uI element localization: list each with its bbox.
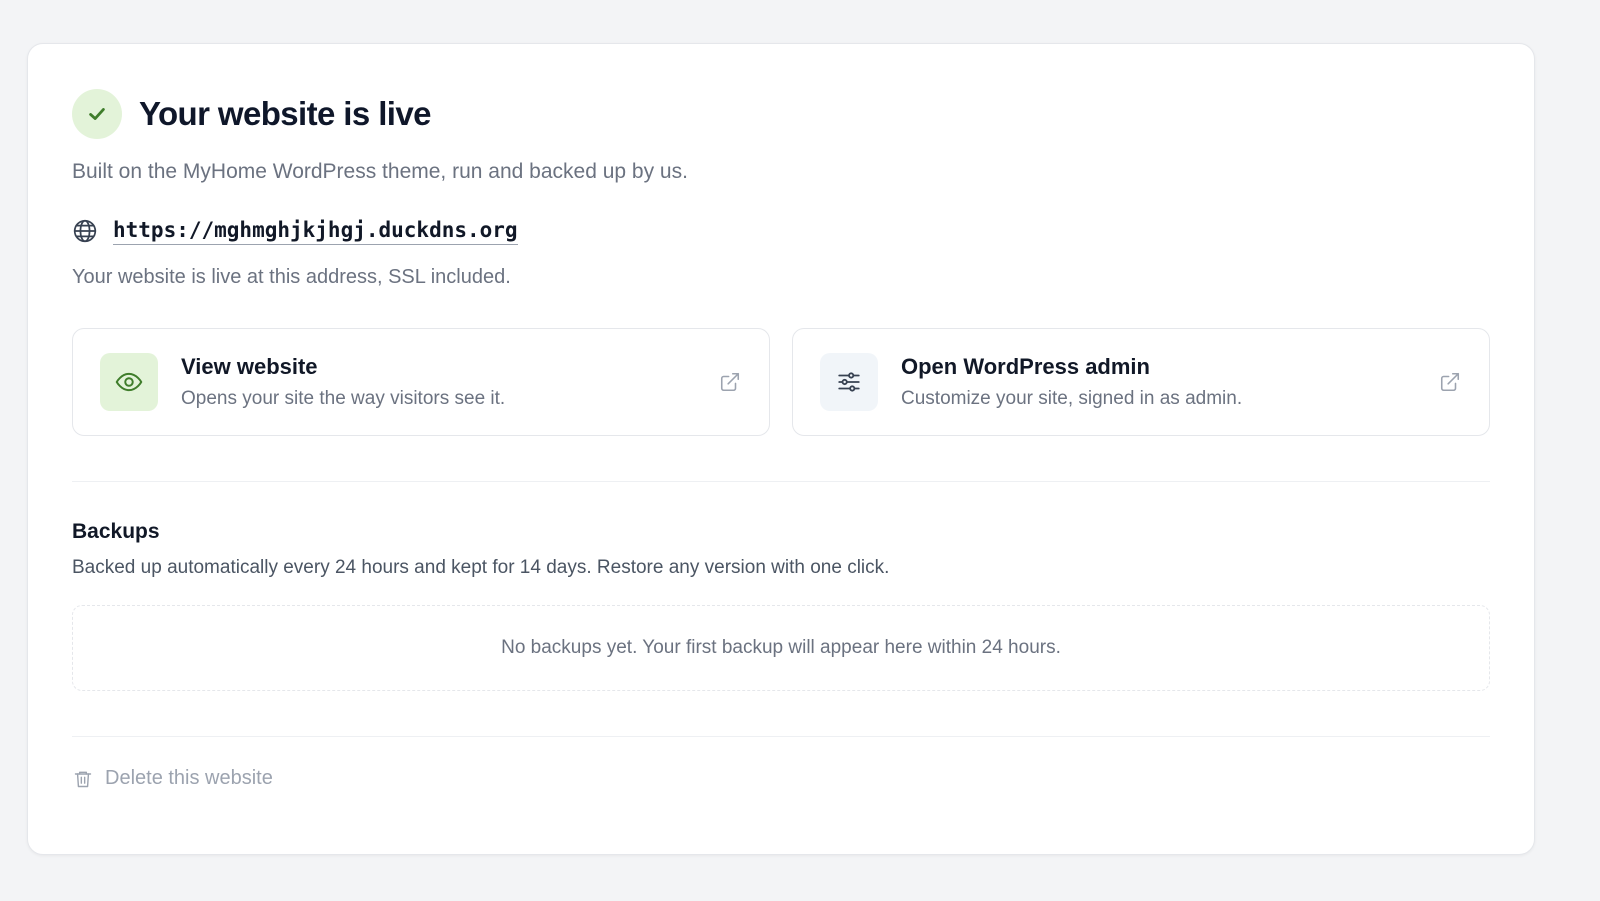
wordpress-admin-text: Open WordPress admin Customize your site… <box>901 354 1438 410</box>
wordpress-admin-description: Customize your site, signed in as admin. <box>901 388 1243 409</box>
external-link-icon <box>1438 370 1462 394</box>
check-icon <box>72 89 122 139</box>
sliders-icon <box>820 353 878 411</box>
site-url-link[interactable]: https://mghmghjkjhgj.duckdns.org <box>113 218 518 245</box>
delete-website-button[interactable]: Delete this website <box>72 767 273 790</box>
site-url-row: https://mghmghjkjhgj.duckdns.org <box>72 214 1490 248</box>
status-header: Your website is live <box>72 88 1490 140</box>
view-website-description: Opens your site the way visitors see it. <box>181 388 506 409</box>
external-link-icon <box>718 370 742 394</box>
backups-empty-state: No backups yet. Your first backup will a… <box>72 605 1490 691</box>
view-website-title: View website <box>181 354 318 379</box>
section-divider <box>72 736 1490 737</box>
delete-website-label: Delete this website <box>105 767 273 789</box>
wordpress-admin-title: Open WordPress admin <box>901 354 1150 379</box>
backups-description: Backed up automatically every 24 hours a… <box>72 557 890 578</box>
eye-icon <box>100 353 158 411</box>
action-cards: View website Opens your site the way vis… <box>72 328 1490 436</box>
trash-icon <box>72 768 94 790</box>
open-wordpress-admin-button[interactable]: Open WordPress admin Customize your site… <box>792 328 1490 436</box>
view-website-button[interactable]: View website Opens your site the way vis… <box>72 328 770 436</box>
page-title: Your website is live <box>139 95 431 132</box>
backups-heading: Backups <box>72 520 160 543</box>
site-url-note: Your website is live at this address, SS… <box>72 266 511 288</box>
section-divider <box>72 481 1490 482</box>
website-status-card: Your website is live Built on the MyHome… <box>27 43 1535 855</box>
page-subtitle: Built on the MyHome WordPress theme, run… <box>72 160 688 183</box>
globe-icon <box>72 218 98 244</box>
view-website-text: View website Opens your site the way vis… <box>181 354 718 410</box>
